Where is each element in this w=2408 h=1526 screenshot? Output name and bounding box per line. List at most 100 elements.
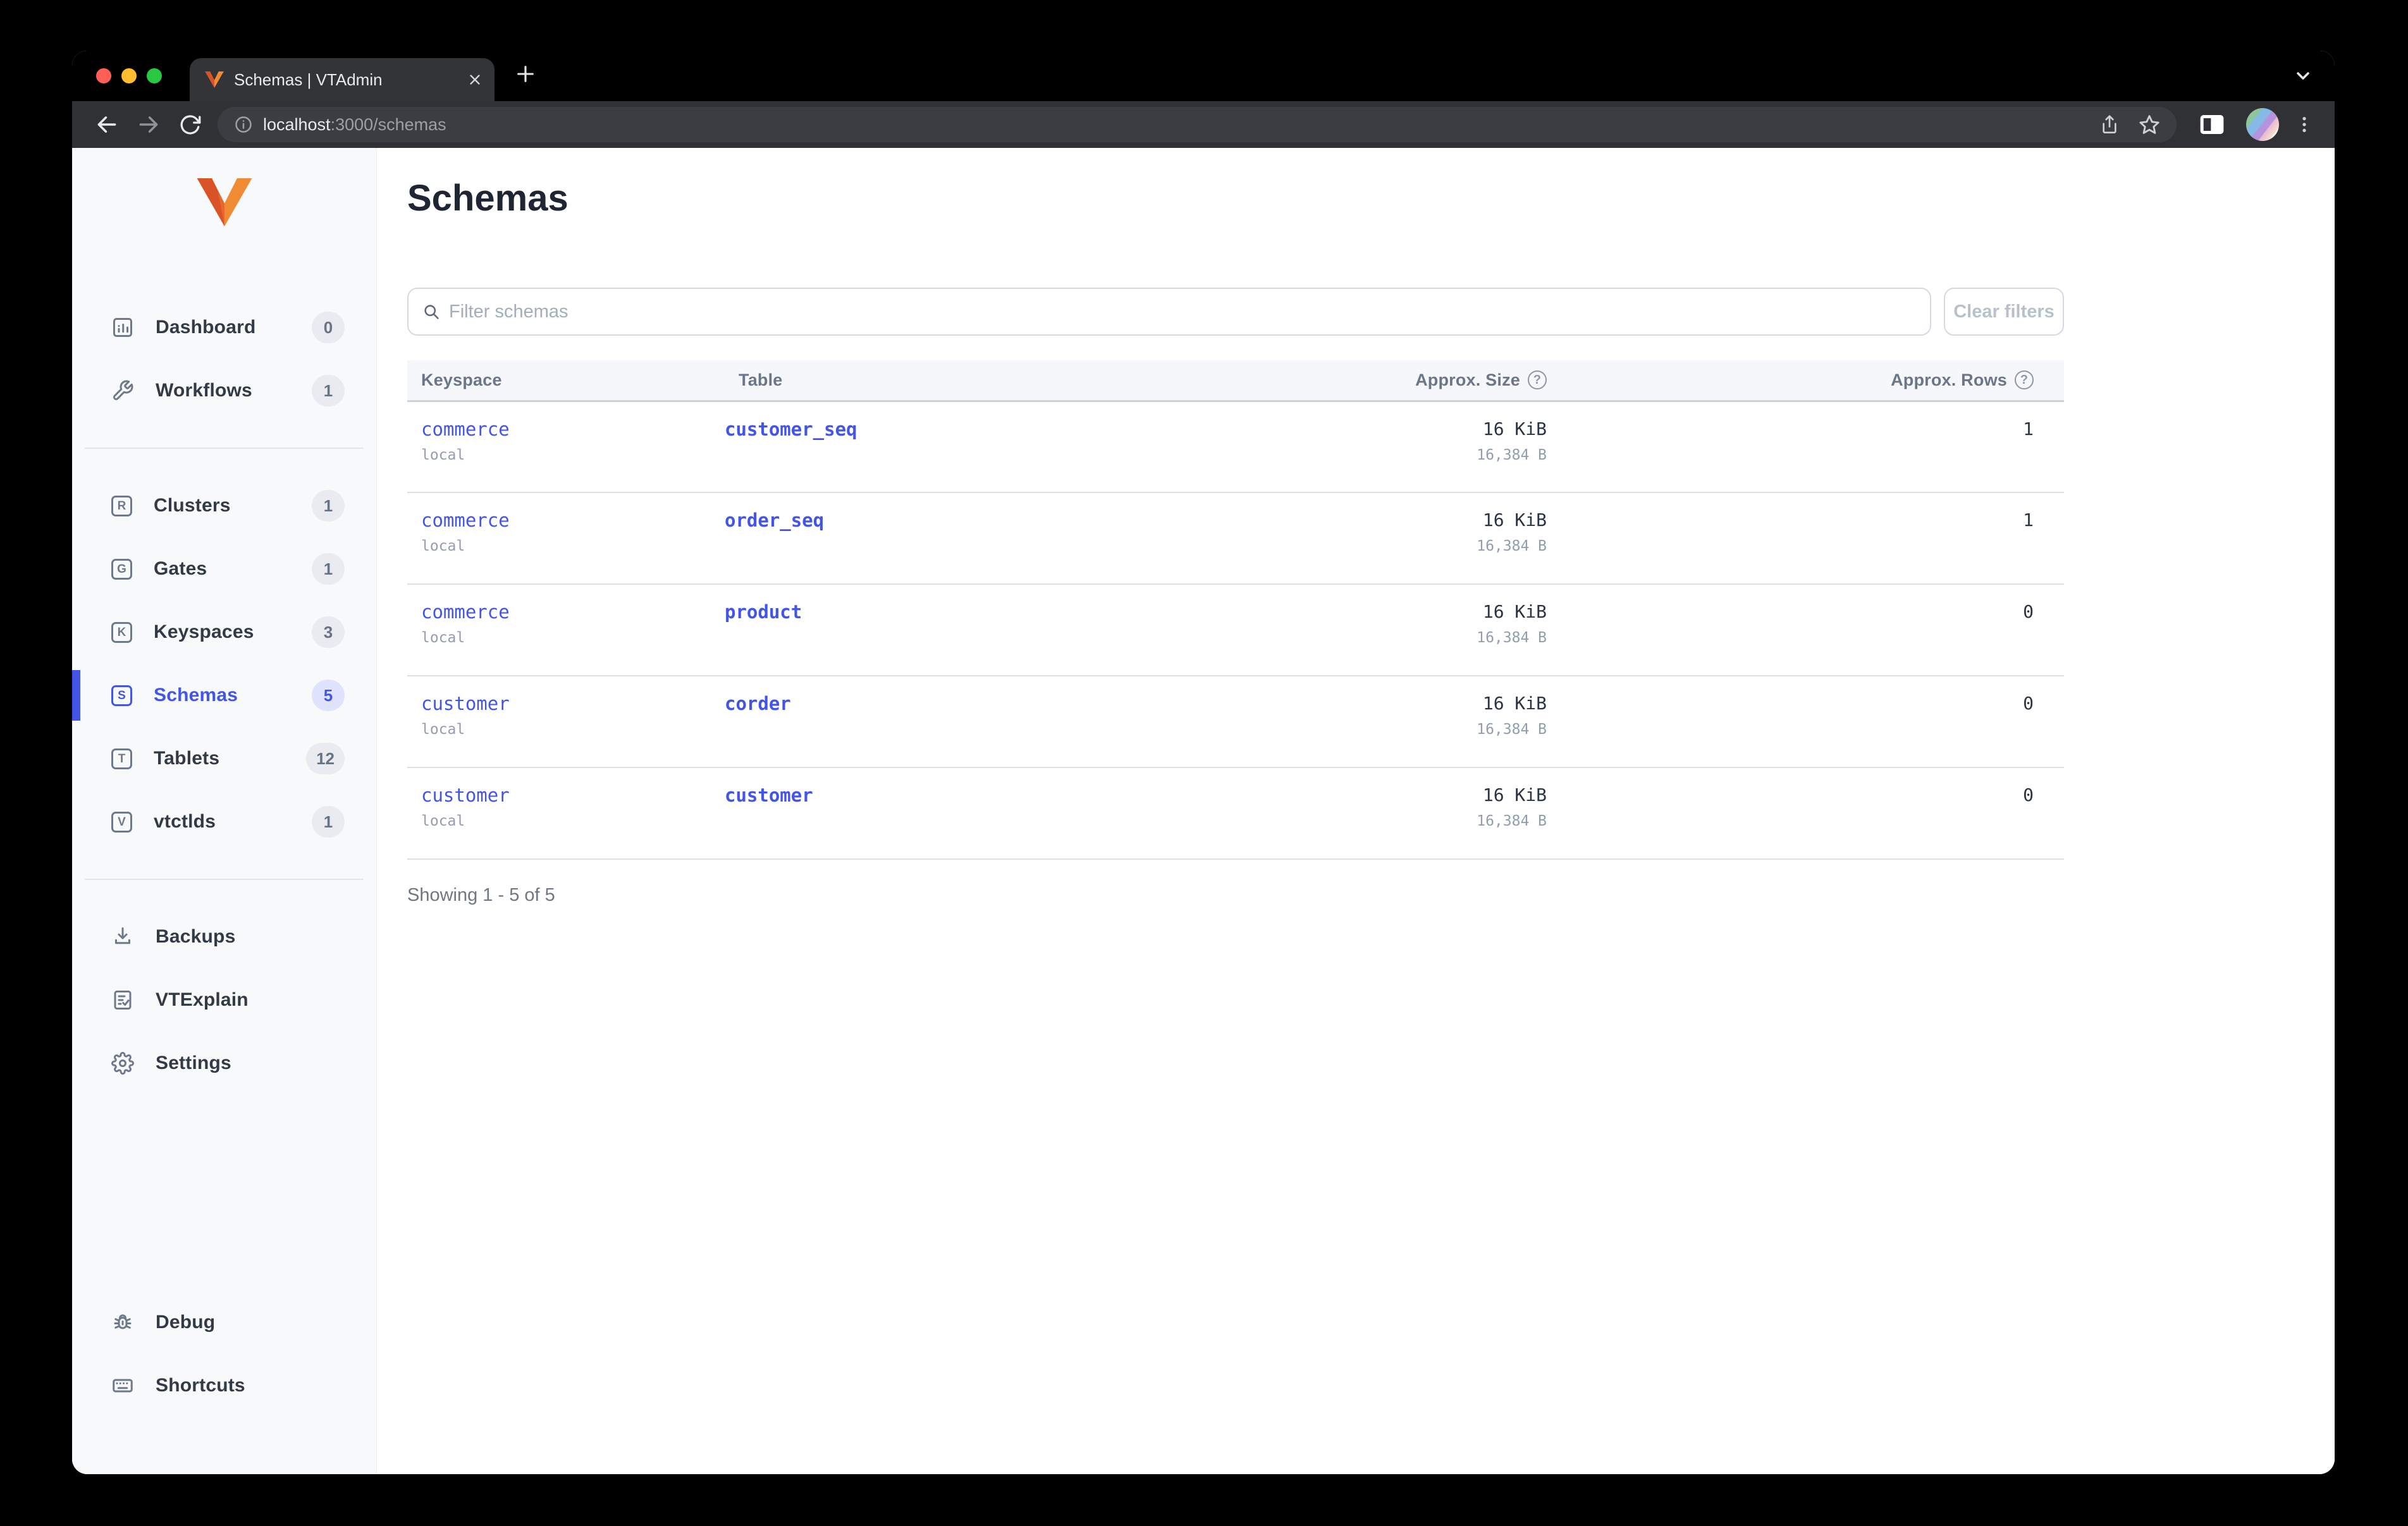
sidebar-item-label: Keyspaces — [154, 621, 254, 642]
gear-icon — [111, 1052, 134, 1075]
count-badge: 1 — [312, 806, 345, 838]
keyspace-link[interactable]: commerce — [421, 601, 510, 623]
vitess-logo — [197, 178, 252, 226]
site-info-icon[interactable] — [234, 115, 253, 134]
approx-size: 16 KiB — [1482, 601, 1547, 622]
vtadmin-app: Dashboard 0 Workflows 1 R Clusters 1 G G… — [72, 148, 2335, 1474]
side-panel-icon[interactable] — [2199, 114, 2225, 135]
sidebar-item-shortcuts[interactable]: Shortcuts — [72, 1360, 376, 1411]
table-row: customer local customer 16 KiB 16,384 B … — [407, 767, 2064, 860]
size-help-icon[interactable]: ? — [1528, 370, 1547, 390]
filter-row: Clear filters — [407, 288, 2064, 336]
sidebar-item-label: Debug — [156, 1312, 216, 1333]
back-icon[interactable] — [95, 113, 119, 137]
table-header-row: Keyspace Table Approx. Size? Approx. Row… — [407, 360, 2064, 402]
sidebar-item-label: Settings — [156, 1053, 231, 1073]
browser-menu-icon[interactable] — [2294, 114, 2314, 135]
traffic-lights — [96, 68, 162, 83]
size-bytes: 16,384 B — [1477, 813, 1547, 829]
sidebar-nav: Dashboard 0 Workflows 1 R Clusters 1 G G… — [72, 302, 376, 1474]
vitess-favicon — [205, 71, 224, 88]
cluster-label: local — [421, 446, 465, 463]
table-row: customer local corder 16 KiB 16,384 B 0 — [407, 676, 2064, 768]
sidebar-item-label: vtctlds — [154, 811, 216, 832]
minimize-window-button[interactable] — [121, 68, 137, 83]
filter-schemas-input[interactable] — [449, 301, 1916, 322]
clear-filters-button[interactable]: Clear filters — [1944, 288, 2064, 336]
keyspace-link[interactable]: customer — [421, 693, 510, 714]
table-link[interactable]: order_seq — [725, 510, 824, 531]
table-link[interactable]: customer_seq — [725, 418, 857, 440]
sidebar-item-clusters[interactable]: R Clusters 1 — [72, 480, 376, 531]
sidebar-item-label: Backups — [156, 926, 236, 947]
vtctlds-letter-icon: V — [111, 811, 132, 833]
sidebar-item-workflows[interactable]: Workflows 1 — [72, 365, 376, 416]
tab-search-chevron-icon[interactable] — [2293, 66, 2313, 86]
table-link[interactable]: customer — [725, 784, 813, 806]
schemas-letter-icon: S — [111, 685, 132, 706]
sidebar-item-keyspaces[interactable]: K Keyspaces 3 — [72, 607, 376, 657]
sidebar-item-schemas[interactable]: S Schemas 5 — [72, 670, 376, 721]
tab-close-icon[interactable] — [468, 73, 482, 87]
sidebar-item-debug[interactable]: Debug — [72, 1297, 376, 1348]
approx-rows: 1 — [1559, 401, 2064, 493]
close-window-button[interactable] — [96, 68, 111, 83]
sidebar-divider — [85, 879, 364, 880]
keyspace-link[interactable]: commerce — [421, 418, 510, 440]
sidebar-item-backups[interactable]: Backups — [72, 912, 376, 962]
column-header-keyspace: Keyspace — [407, 360, 725, 402]
sidebar-item-settings[interactable]: Settings — [72, 1038, 376, 1089]
sidebar-item-label: VTExplain — [156, 989, 249, 1010]
zoom-window-button[interactable] — [147, 68, 162, 83]
wrench-icon — [111, 379, 134, 402]
tab-title: Schemas | VTAdmin — [234, 70, 383, 89]
forward-icon[interactable] — [137, 113, 161, 137]
sidebar-item-label: Shortcuts — [156, 1375, 245, 1396]
column-header-rows: Approx. Rows? — [1559, 360, 2064, 402]
approx-rows: 0 — [1559, 676, 2064, 768]
rows-help-icon[interactable]: ? — [2015, 370, 2034, 390]
sidebar-item-tablets[interactable]: T Tablets 12 — [72, 733, 376, 784]
sidebar-item-vtctlds[interactable]: V vtctlds 1 — [72, 797, 376, 847]
dashboard-chart-icon — [111, 316, 134, 339]
clusters-letter-icon: R — [111, 495, 132, 516]
profile-avatar[interactable] — [2246, 108, 2279, 141]
approx-size: 16 KiB — [1482, 693, 1547, 714]
keyspace-link[interactable]: commerce — [421, 510, 510, 531]
url-bar[interactable]: localhost:3000/schemas — [218, 107, 2177, 142]
table-link[interactable]: corder — [725, 693, 791, 714]
gates-letter-icon: G — [111, 558, 132, 580]
sidebar-item-vtexplain[interactable]: VTExplain — [72, 975, 376, 1025]
table-row: commerce local product 16 KiB 16,384 B 0 — [407, 584, 2064, 676]
reload-icon[interactable] — [178, 113, 201, 136]
approx-rows: 1 — [1559, 492, 2064, 585]
table-row: commerce local customer_seq 16 KiB 16,38… — [407, 401, 2064, 493]
document-check-icon — [111, 989, 134, 1011]
new-tab-button[interactable] — [515, 63, 536, 85]
sidebar-item-label: Clusters — [154, 495, 231, 516]
approx-rows: 0 — [1559, 584, 2064, 676]
keyspace-link[interactable]: customer — [421, 784, 510, 806]
approx-size: 16 KiB — [1482, 510, 1547, 530]
approx-size: 16 KiB — [1482, 784, 1547, 805]
sidebar-item-label: Schemas — [154, 685, 238, 705]
cluster-label: local — [421, 538, 465, 554]
sidebar-item-label: Gates — [154, 558, 207, 579]
column-header-size: Approx. Size? — [1142, 360, 1559, 402]
browser-tab[interactable]: Schemas | VTAdmin — [190, 58, 494, 101]
omnibox-actions — [2099, 114, 2160, 135]
bug-icon — [111, 1311, 134, 1334]
browser-window: Schemas | VTAdmin localhost:3000/schemas… — [72, 51, 2335, 1474]
count-badge: 1 — [312, 490, 345, 522]
approx-rows: 0 — [1559, 767, 2064, 860]
url-text: localhost:3000/schemas — [263, 115, 446, 135]
sidebar-item-gates[interactable]: G Gates 1 — [72, 544, 376, 594]
table-link[interactable]: product — [725, 601, 802, 623]
browser-toolbar: localhost:3000/schemas — [72, 101, 2335, 148]
share-icon[interactable] — [2099, 114, 2120, 135]
bookmark-star-icon[interactable] — [2139, 114, 2160, 135]
sidebar-item-dashboard[interactable]: Dashboard 0 — [72, 302, 376, 353]
search-icon — [422, 303, 440, 320]
count-badge: 1 — [312, 375, 345, 406]
